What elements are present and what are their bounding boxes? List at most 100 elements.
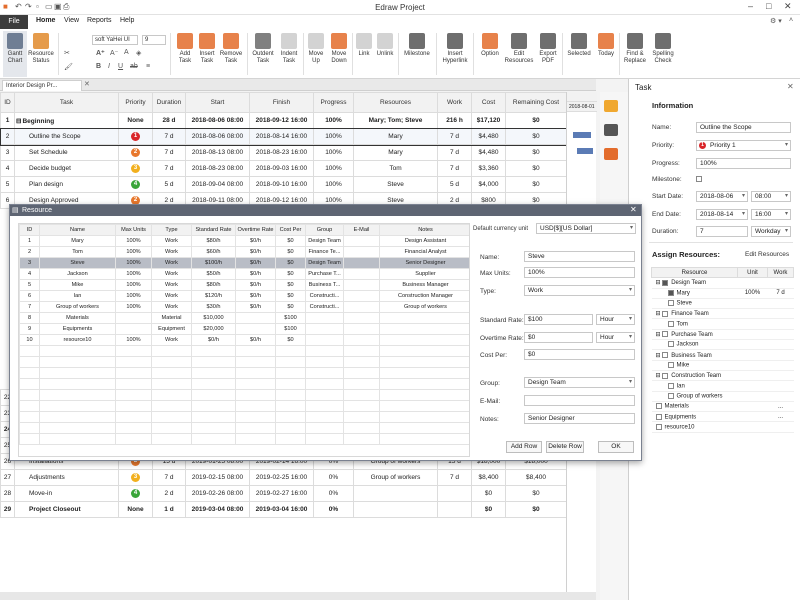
assign-row[interactable]: Mike [651,360,794,371]
resource-status-button[interactable]: Resource Status [28,31,54,77]
move-up-button[interactable]: Move Up [305,31,327,77]
column-header[interactable]: Work [437,92,472,113]
export-pdf-button[interactable]: Export PDF [535,31,561,77]
resource-row[interactable]: 3 Steve 100% Work $100/h $0/h $0 Design Team Sen… [19,257,469,269]
empty-resource-row[interactable] [19,367,469,379]
align-icon[interactable]: ≡ [146,63,150,70]
assign-checkbox[interactable] [667,362,674,369]
start-time-input[interactable]: 08:00 [751,191,791,202]
progress-input[interactable]: 100% [696,158,791,169]
currency-select[interactable]: USD[$][US Dollar] [536,223,636,234]
panel-close-icon[interactable]: ✕ [787,82,794,91]
assign-checkbox[interactable] [662,279,669,286]
cost-per-input[interactable]: $0 [524,349,635,360]
dialog-close-icon[interactable]: ✕ [630,205,637,214]
milestone-checkbox[interactable] [696,176,702,182]
assign-row[interactable]: Ian [651,380,794,392]
resource-column-header[interactable]: Standard Rate [191,224,236,236]
empty-resource-row[interactable] [19,411,469,423]
column-header[interactable]: Start [185,92,250,113]
column-header[interactable]: ID [0,92,15,113]
assign-row[interactable]: Steve [651,298,794,310]
close-icon[interactable]: ✕ [784,1,792,12]
menu-reports[interactable]: Reports [87,17,112,24]
start-date-input[interactable]: 2018-08-06 [696,191,748,202]
assign-checkbox[interactable] [662,331,669,338]
font-name-select[interactable]: soft YaHei UI [92,35,138,45]
empty-resource-row[interactable] [19,400,469,412]
end-time-input[interactable]: 16:00 [751,209,791,220]
table-row[interactable]: 27 Adjustments 3 7 d 2019-02-15 08:00 2019-02… [0,469,567,486]
underline-icon[interactable]: U [118,63,123,70]
max-units-stepper[interactable]: 100% [524,267,635,278]
format-painter-icon[interactable]: 🖌 [64,63,73,71]
spelling-check-button[interactable]: Spelling Check [649,31,677,77]
table-row[interactable]: 29 Project Closeout None 1 d 2019-03-04 08:0… [0,501,567,518]
assign-checkbox[interactable] [667,392,674,399]
collapse-icon[interactable]: ⊟ [16,118,21,125]
end-date-input[interactable]: 2018-08-14 [696,209,748,220]
ok-button[interactable]: OK [598,441,634,453]
gantt-bar[interactable] [577,148,593,154]
resource-column-header[interactable]: Overtime Rate [235,224,276,236]
assign-row[interactable]: ⊟ Construction Team [651,370,794,382]
assign-checkbox[interactable] [662,351,669,358]
assign-row[interactable]: ⊟ Business Team [651,349,794,361]
indent-task-button[interactable]: Indent Task [276,31,302,77]
minimize-icon[interactable]: – [748,1,753,11]
assign-checkbox[interactable] [655,413,662,420]
resource-row[interactable]: 2 Tom 100% Work $60/h $0/h $0 Finance Te... Fina… [19,246,469,258]
assign-checkbox[interactable] [667,289,674,296]
unlink-button[interactable]: Unlink [374,31,396,77]
font-color-icon[interactable]: A [124,49,129,56]
column-header[interactable]: Duration [152,92,186,113]
resource-panel-icon[interactable] [604,124,618,136]
strikethrough-icon[interactable]: ab [130,63,138,70]
task-name-input[interactable]: Outline the Scope [696,122,791,133]
empty-resource-row[interactable] [19,389,469,401]
font-size-select[interactable]: 9 [142,35,166,45]
ribbon-collapse-icon[interactable]: ˄ [789,17,793,24]
menu-help[interactable]: Help [120,17,134,24]
add-task-button[interactable]: Add Task [174,31,196,77]
assign-row[interactable]: ⊟ Design Team [651,277,794,289]
maximize-icon[interactable]: □ [766,1,771,11]
assign-checkbox[interactable] [667,382,674,389]
column-header[interactable]: Progress [313,92,354,113]
duration-input[interactable]: 7 [696,226,748,237]
move-down-button[interactable]: Move Down [327,31,351,77]
empty-resource-row[interactable] [19,422,469,434]
fill-color-icon[interactable]: ◈ [136,49,141,57]
resource-column-header[interactable]: Max Units [115,224,152,236]
column-header[interactable]: Task [14,92,119,113]
empty-resource-row[interactable] [19,378,469,390]
assign-checkbox[interactable] [662,310,669,317]
edit-resources-button[interactable]: Edit Resources [503,31,535,77]
email-input[interactable] [524,395,635,406]
resource-row[interactable]: 8 Materials Material $10,000 $100 [19,312,469,324]
assign-column-header[interactable]: Work [767,266,794,279]
bold-icon[interactable]: B [96,63,101,70]
assign-column-header[interactable]: Unit [737,266,768,279]
resource-row[interactable]: 5 Mike 100% Work $80/h $0/h $0 Business T... Bus… [19,279,469,291]
insert-task-button[interactable]: Insert Task [196,31,218,77]
resource-row[interactable]: 10 resource10 100% Work $0/h $0/h $0 [19,334,469,346]
menu-home[interactable]: Home [36,17,55,24]
assign-row[interactable]: Group of workers [651,391,794,402]
table-row[interactable]: 3 Set Schedule 2 7 d 2018-08-13 08:00 2018-08… [0,144,567,161]
milestone-button[interactable]: Milestone [401,31,433,77]
resource-row[interactable]: 6 Ian 100% Work $120/h $0/h $0 Constructi... Con… [19,290,469,302]
resource-row[interactable]: 9 Equipments Equipment $20,000 $100 [19,323,469,335]
assign-row[interactable]: Equipments... [651,411,794,423]
table-row[interactable]: 2 Outline the Scope 1 7 d 2018-08-06 08:00 20… [0,127,568,146]
empty-resource-row[interactable] [19,345,469,357]
standard-rate-unit-select[interactable]: Hour [596,314,635,325]
table-row[interactable]: 4 Decide budget 3 7 d 2018-08-23 08:00 2018-0… [0,160,567,177]
format-panel-icon[interactable] [604,148,618,160]
resource-column-header[interactable]: Name [39,224,116,236]
document-tab[interactable]: Interior Design Pr... [2,80,82,91]
tree-toggle-icon[interactable]: ⊟ [656,311,663,317]
assign-checkbox[interactable] [655,423,662,430]
standard-rate-input[interactable]: $100 [524,314,593,325]
assign-checkbox[interactable] [667,341,674,348]
